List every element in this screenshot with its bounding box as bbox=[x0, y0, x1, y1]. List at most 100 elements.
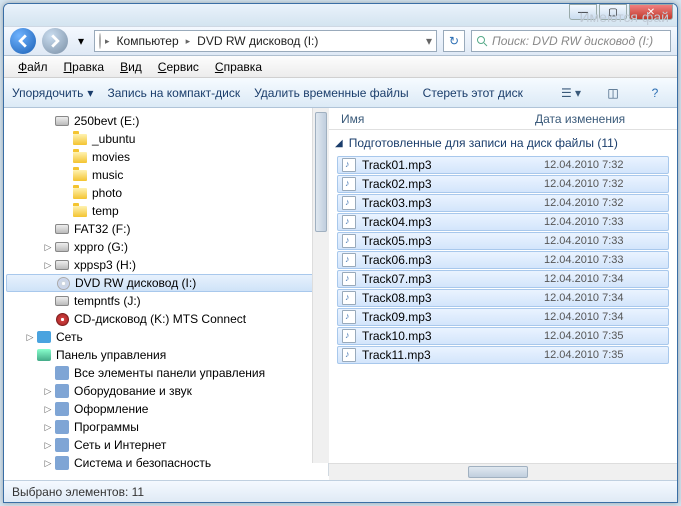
preview-pane-button[interactable]: ◫ bbox=[599, 82, 627, 104]
tree-label: Оформление bbox=[74, 402, 148, 416]
horizontal-scrollbar[interactable] bbox=[329, 463, 677, 480]
minimize-button[interactable]: — bbox=[569, 4, 597, 20]
tree-node[interactable]: CD-дисковод (K:) MTS Connect bbox=[6, 310, 328, 328]
tree-node[interactable]: ▷ xppsp3 (H:) bbox=[6, 256, 328, 274]
tree-node[interactable]: temp bbox=[6, 202, 328, 220]
tree-label: temp bbox=[92, 204, 119, 218]
file-row[interactable]: Track06.mp312.04.2010 7:33 bbox=[337, 251, 669, 269]
expand-icon[interactable]: ▷ bbox=[42, 260, 54, 271]
file-row[interactable]: Track10.mp312.04.2010 7:35 bbox=[337, 327, 669, 345]
expand-icon[interactable]: ▷ bbox=[24, 332, 36, 343]
file-name: Track08.mp3 bbox=[362, 291, 544, 305]
tree-node[interactable]: _ubuntu bbox=[6, 130, 328, 148]
folder-icon bbox=[72, 167, 88, 183]
file-row[interactable]: Track03.mp312.04.2010 7:32 bbox=[337, 194, 669, 212]
audio-file-icon bbox=[342, 272, 356, 286]
tree-node[interactable]: 250bevt (E:) bbox=[6, 112, 328, 130]
expand-icon[interactable]: ▷ bbox=[42, 242, 54, 253]
tree-label: DVD RW дисковод (I:) bbox=[75, 276, 196, 290]
file-name: Track03.mp3 bbox=[362, 196, 544, 210]
tree-node[interactable]: Панель управления bbox=[6, 346, 328, 364]
file-list-pane: Имя Дата изменения ◢ Подготовленные для … bbox=[329, 108, 677, 480]
view-mode-button[interactable]: ☰ ▾ bbox=[557, 82, 585, 104]
column-headers[interactable]: Имя Дата изменения bbox=[329, 108, 677, 130]
menu-service[interactable]: Сервис bbox=[152, 58, 205, 76]
menu-edit[interactable]: Правка bbox=[58, 58, 111, 76]
tree-label: tempntfs (J:) bbox=[74, 294, 141, 308]
tree-label: Программы bbox=[74, 420, 139, 434]
search-input[interactable]: Поиск: DVD RW дисковод (I:) bbox=[471, 30, 671, 52]
crumb-computer[interactable]: Компьютер bbox=[114, 34, 182, 48]
tree-label: photo bbox=[92, 186, 122, 200]
delete-temp-button[interactable]: Удалить временные файлы bbox=[254, 86, 409, 100]
tree-scrollbar[interactable] bbox=[312, 108, 329, 463]
address-bar[interactable]: ▸ Компьютер ▸ DVD RW дисковод (I:) ▾ bbox=[94, 30, 437, 52]
menu-help[interactable]: Справка bbox=[209, 58, 268, 76]
net-icon bbox=[36, 329, 52, 345]
file-list[interactable]: Track01.mp312.04.2010 7:32Track02.mp312.… bbox=[329, 156, 677, 463]
tree-node[interactable]: ▷ Сеть и Интернет bbox=[6, 436, 328, 454]
file-name: Track07.mp3 bbox=[362, 272, 544, 286]
burn-button[interactable]: Запись на компакт-диск bbox=[107, 86, 240, 100]
file-row[interactable]: Track01.mp312.04.2010 7:32 bbox=[337, 156, 669, 174]
reddisc-icon bbox=[54, 311, 70, 327]
tree-label: xppro (G:) bbox=[74, 240, 128, 254]
tree-node[interactable]: DVD RW дисковод (I:) bbox=[6, 274, 328, 292]
maximize-button[interactable]: ▢ bbox=[599, 4, 627, 20]
cpitem-icon bbox=[54, 383, 70, 399]
file-row[interactable]: Track09.mp312.04.2010 7:34 bbox=[337, 308, 669, 326]
file-row[interactable]: Track08.mp312.04.2010 7:34 bbox=[337, 289, 669, 307]
audio-file-icon bbox=[342, 310, 356, 324]
tree-node[interactable]: photo bbox=[6, 184, 328, 202]
tree-label: Сеть и Интернет bbox=[74, 438, 166, 452]
tree-node[interactable]: tempntfs (J:) bbox=[6, 292, 328, 310]
expand-icon[interactable]: ▷ bbox=[42, 422, 54, 433]
file-row[interactable]: Track07.mp312.04.2010 7:34 bbox=[337, 270, 669, 288]
menu-file[interactable]: Файл bbox=[12, 58, 54, 76]
expand-icon[interactable]: ▷ bbox=[42, 404, 54, 415]
erase-disc-button[interactable]: Стереть этот диск bbox=[423, 86, 523, 100]
cpitem-icon bbox=[54, 365, 70, 381]
back-button[interactable] bbox=[10, 28, 36, 54]
folder-icon bbox=[72, 185, 88, 201]
forward-button[interactable] bbox=[42, 28, 68, 54]
address-dropdown[interactable]: ▾ bbox=[426, 34, 432, 48]
file-row[interactable]: Track05.mp312.04.2010 7:33 bbox=[337, 232, 669, 250]
crumb-drive[interactable]: DVD RW дисковод (I:) bbox=[194, 34, 321, 48]
tree-node[interactable]: FAT32 (F:) bbox=[6, 220, 328, 238]
navigation-tree[interactable]: 250bevt (E:)_ubuntumoviesmusic photo temp F… bbox=[4, 108, 329, 476]
expand-icon[interactable]: ▷ bbox=[42, 458, 54, 469]
cpitem-icon bbox=[54, 401, 70, 417]
tree-node[interactable]: ▷ Оформление bbox=[6, 400, 328, 418]
file-date: 12.04.2010 7:33 bbox=[544, 254, 664, 266]
col-modified[interactable]: Дата изменения bbox=[535, 112, 665, 126]
cp-icon bbox=[36, 347, 52, 363]
file-row[interactable]: Track02.mp312.04.2010 7:32 bbox=[337, 175, 669, 193]
organize-button[interactable]: Упорядочить ▾ bbox=[12, 86, 93, 100]
cpitem-icon bbox=[54, 437, 70, 453]
file-row[interactable]: Track11.mp312.04.2010 7:35 bbox=[337, 346, 669, 364]
refresh-button[interactable]: ↻ bbox=[443, 30, 465, 52]
tree-node[interactable]: ▷ Система и безопасность bbox=[6, 454, 328, 472]
tree-node[interactable]: ▷Сеть bbox=[6, 328, 328, 346]
expand-icon[interactable]: ▷ bbox=[42, 386, 54, 397]
tree-label: Система и безопасность bbox=[74, 456, 211, 470]
file-name: Track05.mp3 bbox=[362, 234, 544, 248]
tree-node[interactable]: ▷ xppro (G:) bbox=[6, 238, 328, 256]
audio-file-icon bbox=[342, 348, 356, 362]
expand-icon[interactable]: ▷ bbox=[42, 440, 54, 451]
help-button[interactable]: ? bbox=[641, 82, 669, 104]
tree-node[interactable]: ▷Оборудование и звук bbox=[6, 382, 328, 400]
close-button[interactable]: ✕ bbox=[629, 4, 673, 20]
col-name[interactable]: Имя bbox=[341, 112, 535, 126]
history-dropdown[interactable]: ▾ bbox=[74, 30, 88, 52]
group-header[interactable]: ◢ Подготовленные для записи на диск файл… bbox=[329, 130, 677, 156]
file-date: 12.04.2010 7:32 bbox=[544, 197, 664, 209]
menu-view[interactable]: Вид bbox=[114, 58, 148, 76]
tree-node[interactable]: Все элементы панели управления bbox=[6, 364, 328, 382]
tree-node[interactable]: music bbox=[6, 166, 328, 184]
tree-node[interactable]: movies bbox=[6, 148, 328, 166]
tree-node[interactable]: ▷ Программы bbox=[6, 418, 328, 436]
file-row[interactable]: Track04.mp312.04.2010 7:33 bbox=[337, 213, 669, 231]
tree-label: xppsp3 (H:) bbox=[74, 258, 136, 272]
